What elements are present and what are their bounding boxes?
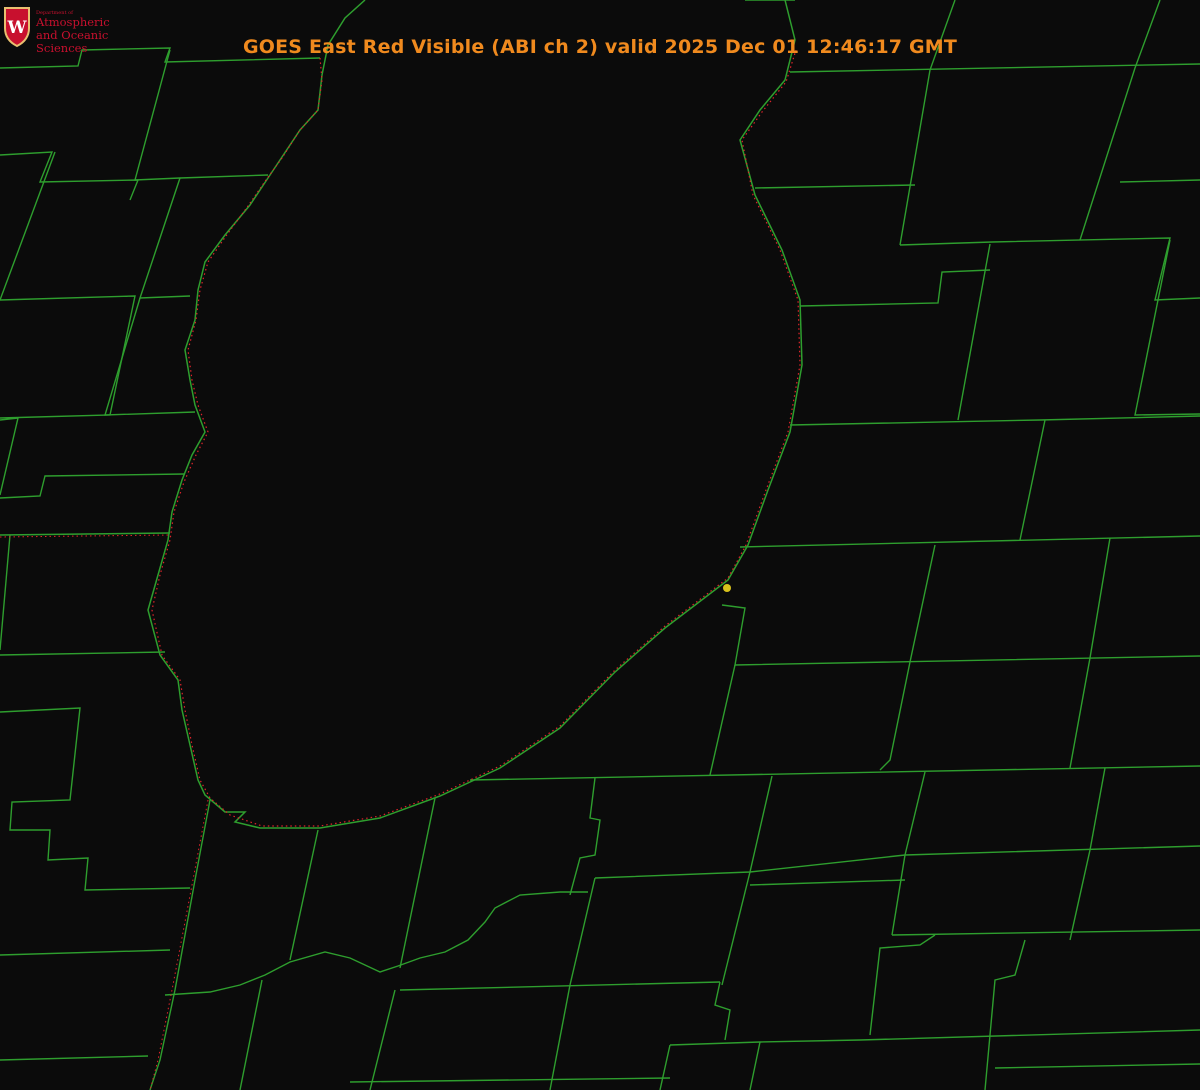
map-background xyxy=(0,0,1200,1090)
satellite-map xyxy=(0,0,1200,1090)
image-title: GOES East Red Visible (ABI ch 2) valid 2… xyxy=(242,36,958,58)
location-marker xyxy=(723,584,731,592)
svg-text:W: W xyxy=(6,18,27,38)
